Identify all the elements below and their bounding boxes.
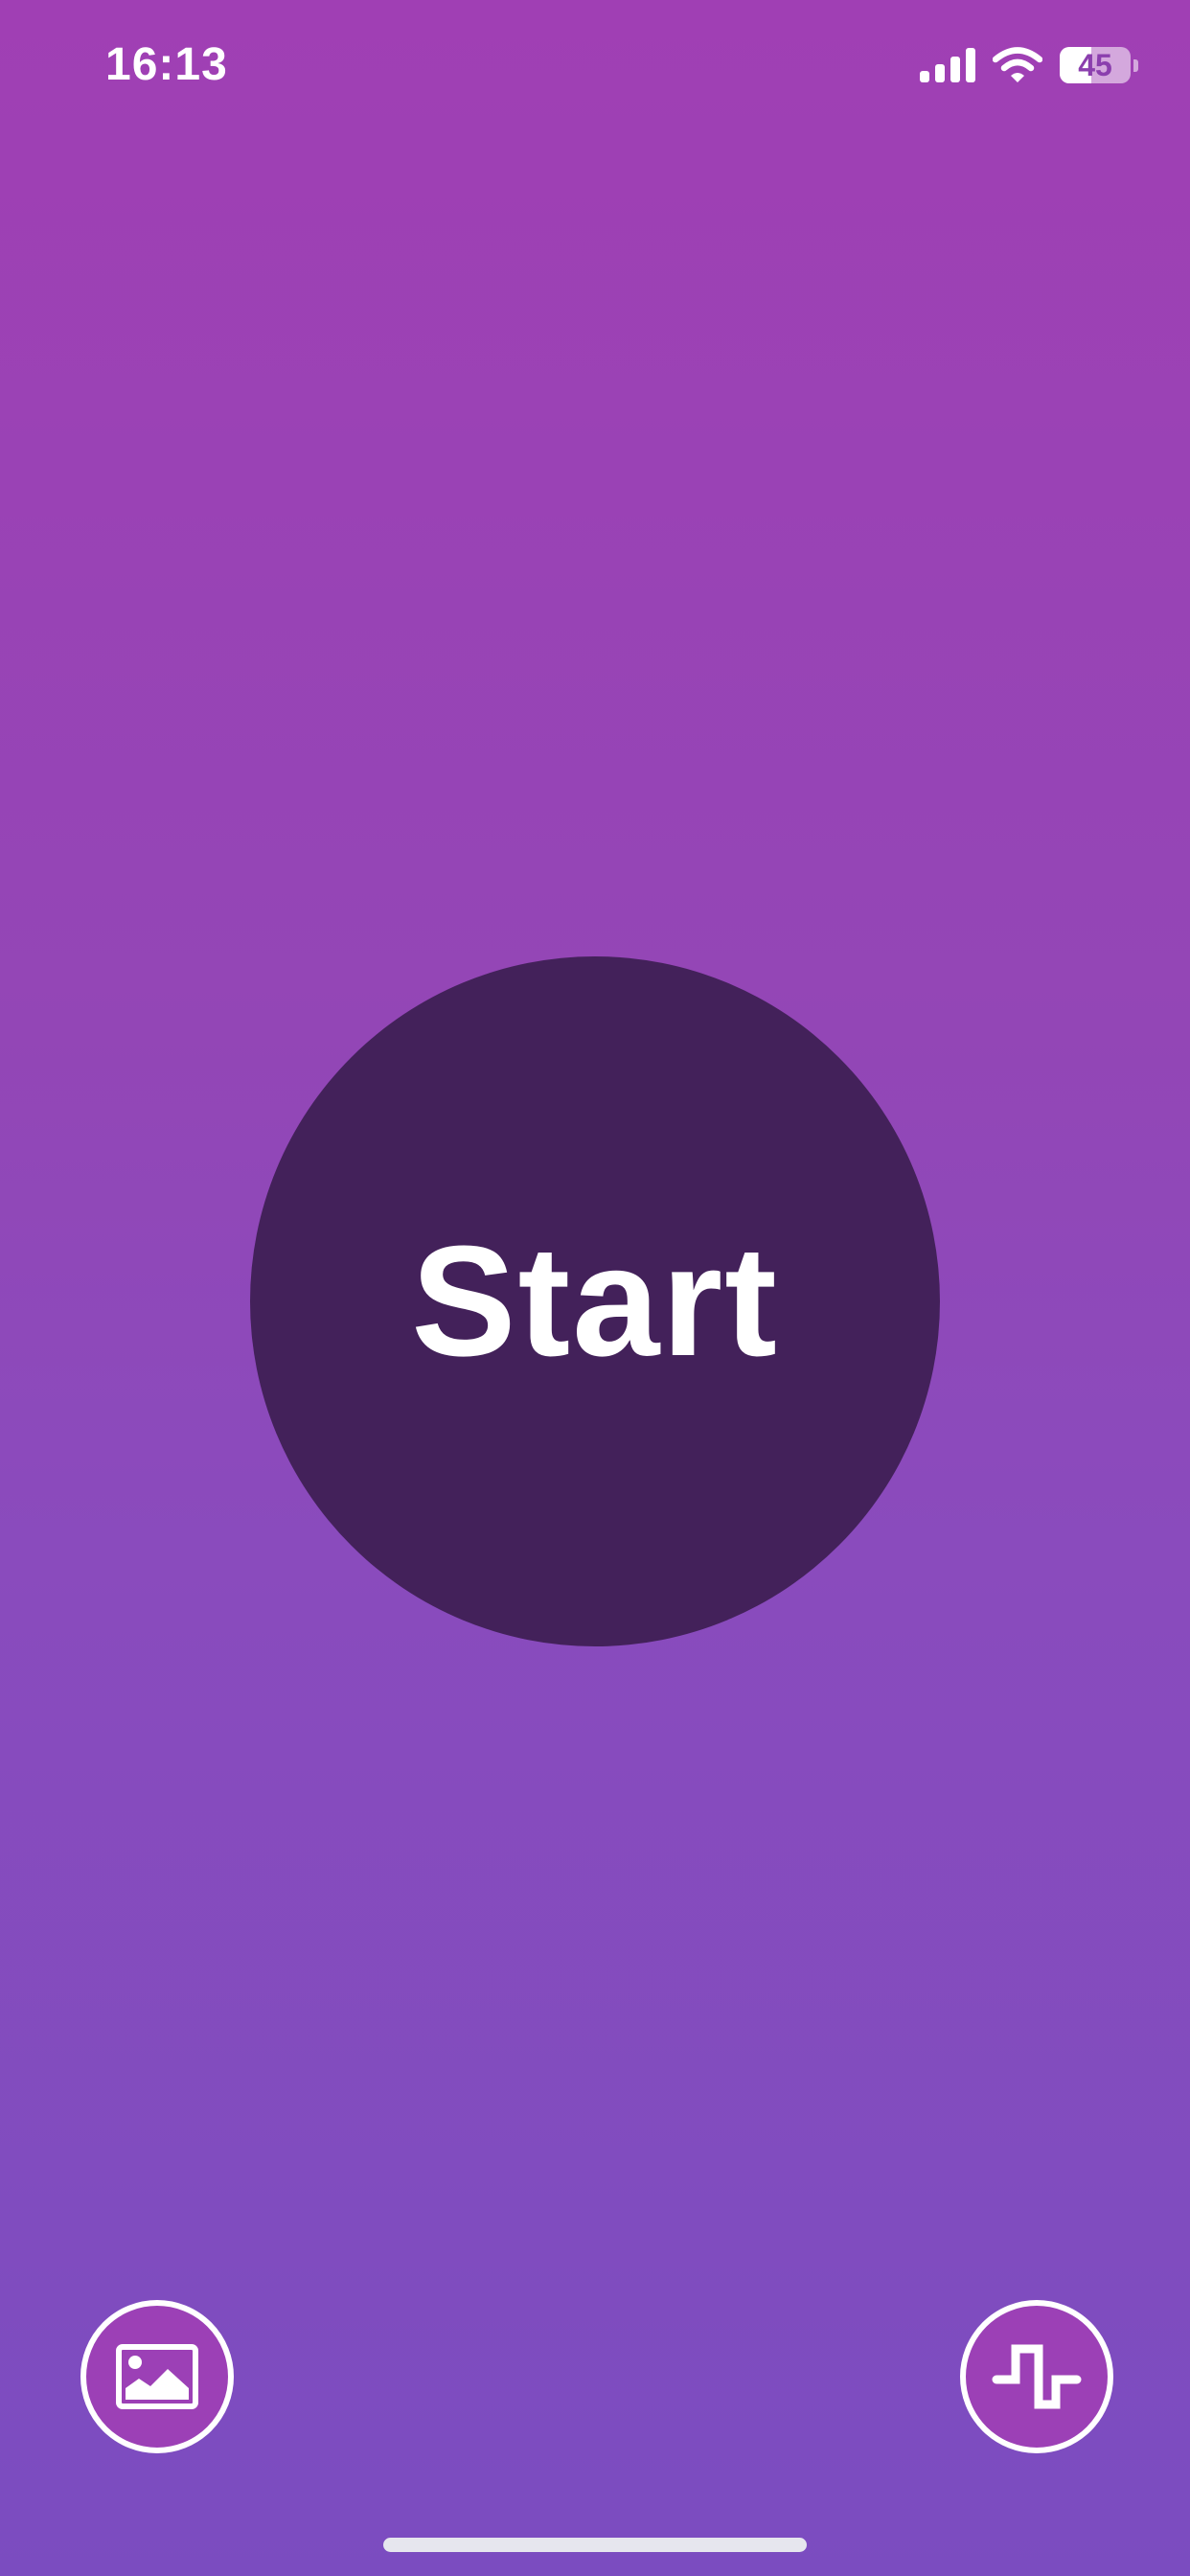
status-time: 16:13 xyxy=(105,39,228,90)
wifi-icon xyxy=(993,47,1042,82)
gallery-button[interactable] xyxy=(80,2300,234,2453)
battery-cap xyxy=(1133,59,1138,72)
battery-icon: 45 xyxy=(1060,47,1138,83)
start-button-label: Start xyxy=(411,1213,779,1389)
status-bar: 16:13 45 xyxy=(0,0,1190,134)
cellular-signal-icon xyxy=(920,48,975,82)
square-wave-icon xyxy=(992,2344,1082,2409)
start-button[interactable]: Start xyxy=(250,956,940,1646)
battery-level: 45 xyxy=(1078,48,1112,82)
pattern-button[interactable] xyxy=(960,2300,1113,2453)
home-indicator[interactable] xyxy=(383,2538,807,2552)
status-icons: 45 xyxy=(920,42,1138,88)
image-gallery-icon xyxy=(116,2344,198,2409)
